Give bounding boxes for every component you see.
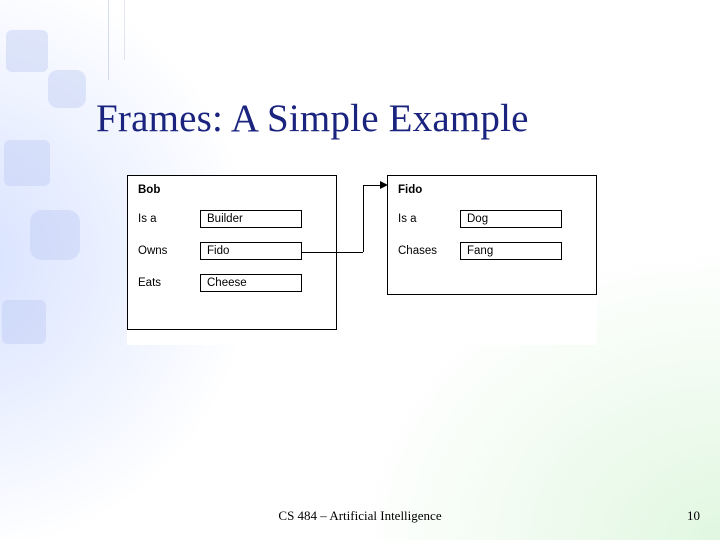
slot-row: Is a Builder [138, 210, 326, 228]
frame-fido: Fido Is a Dog Chases Fang [387, 175, 597, 295]
frame-name: Bob [138, 184, 326, 196]
slot-value: Cheese [200, 274, 302, 292]
footer-page-number: 10 [687, 508, 700, 524]
frame-name: Fido [398, 184, 586, 196]
slot-label: Is a [398, 213, 460, 225]
footer-course: CS 484 – Artificial Intelligence [278, 508, 441, 524]
slot-value: Fido [200, 242, 302, 260]
slide-title: Frames: A Simple Example [96, 96, 529, 141]
frames-diagram: Bob Is a Builder Owns Fido Eats Cheese F… [127, 175, 597, 345]
slot-value: Dog [460, 210, 562, 228]
slot-label: Is a [138, 213, 200, 225]
slot-label: Eats [138, 277, 200, 289]
slot-label: Owns [138, 245, 200, 257]
slot-value: Builder [200, 210, 302, 228]
slot-label: Chases [398, 245, 460, 257]
slot-row: Eats Cheese [138, 274, 326, 292]
slot-row: Owns Fido [138, 242, 326, 260]
slot-value: Fang [460, 242, 562, 260]
slot-row: Is a Dog [398, 210, 586, 228]
slide: Frames: A Simple Example Bob Is a Builde… [0, 0, 720, 540]
slot-row: Chases Fang [398, 242, 586, 260]
